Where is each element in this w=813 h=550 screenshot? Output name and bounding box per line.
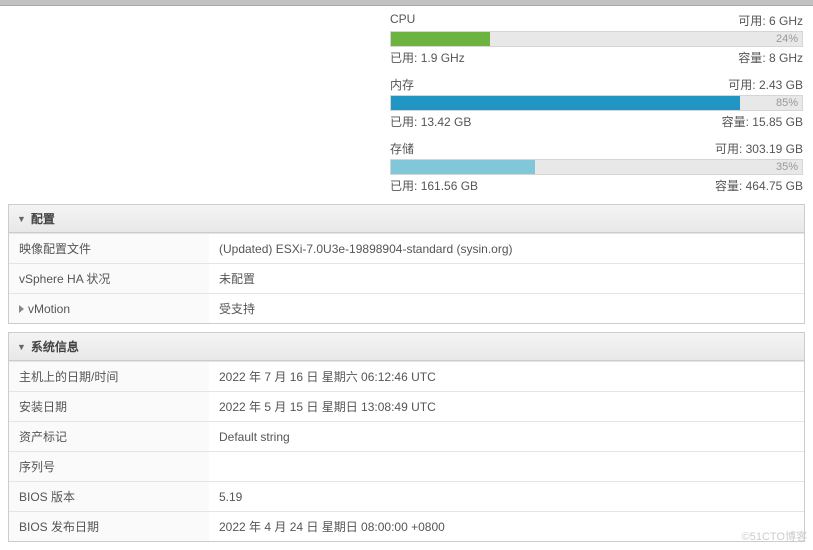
config-vmotion-val: 受支持 [209,294,804,324]
cpu-bar-fill [391,32,490,46]
sysinfo-bios-date-key: BIOS 发布日期 [9,512,209,542]
sysinfo-host-dt-val: 2022 年 7 月 16 日 星期六 06:12:46 UTC [209,362,804,392]
config-table: 映像配置文件 (Updated) ESXi-7.0U3e-19898904-st… [9,233,804,323]
sysinfo-bios-ver-val: 5.19 [209,482,804,512]
sysinfo-panel-title: 系统信息 [31,338,79,355]
storage-capacity: 容量: 464.75 GB [715,177,803,194]
cpu-capacity: 容量: 8 GHz [738,49,803,66]
sysinfo-panel-header[interactable]: ▼ 系统信息 [9,333,804,361]
storage-label: 存储 [390,140,414,157]
memory-label: 内存 [390,76,414,93]
storage-bar: 35% [390,159,803,175]
storage-bar-fill [391,160,535,174]
config-image-profile-val: (Updated) ESXi-7.0U3e-19898904-standard … [209,234,804,264]
memory-used: 已用: 13.42 GB [390,113,471,130]
config-vmotion-key[interactable]: vMotion [9,294,209,324]
chevron-down-icon: ▼ [17,342,26,352]
sysinfo-panel: ▼ 系统信息 主机上的日期/时间 2022 年 7 月 16 日 星期六 06:… [8,332,805,542]
sysinfo-asset-key: 资产标记 [9,422,209,452]
cpu-label: CPU [390,12,415,29]
sysinfo-bios-date-val: 2022 年 4 月 24 日 星期日 08:00:00 +0800 [209,512,804,542]
table-row: 序列号 [9,452,804,482]
table-row: BIOS 发布日期 2022 年 4 月 24 日 星期日 08:00:00 +… [9,512,804,542]
table-row: 安装日期 2022 年 5 月 15 日 星期日 13:08:49 UTC [9,392,804,422]
table-row: 主机上的日期/时间 2022 年 7 月 16 日 星期六 06:12:46 U… [9,362,804,392]
chevron-down-icon: ▼ [17,214,26,224]
memory-free: 可用: 2.43 GB [728,76,803,93]
sysinfo-bios-ver-key: BIOS 版本 [9,482,209,512]
memory-percent: 85% [776,96,798,110]
sysinfo-asset-val: Default string [209,422,804,452]
sysinfo-host-dt-key: 主机上的日期/时间 [9,362,209,392]
sysinfo-install-key: 安装日期 [9,392,209,422]
storage-percent: 35% [776,160,798,174]
config-panel-header[interactable]: ▼ 配置 [9,205,804,233]
memory-bar-fill [391,96,740,110]
memory-capacity: 容量: 15.85 GB [722,113,803,130]
watermark: ©51CTO博客 [742,528,807,544]
config-ha-key: vSphere HA 状况 [9,264,209,294]
resource-meters: CPU 可用: 6 GHz 24% 已用: 1.9 GHz 容量: 8 GHz … [390,6,803,194]
table-row: 资产标记 Default string [9,422,804,452]
cpu-bar: 24% [390,31,803,47]
table-row: vMotion 受支持 [9,294,804,324]
config-ha-val: 未配置 [209,264,804,294]
table-row: BIOS 版本 5.19 [9,482,804,512]
config-panel: ▼ 配置 映像配置文件 (Updated) ESXi-7.0U3e-198989… [8,204,805,324]
sysinfo-table: 主机上的日期/时间 2022 年 7 月 16 日 星期六 06:12:46 U… [9,361,804,541]
chevron-right-icon [19,305,24,313]
config-image-profile-key: 映像配置文件 [9,234,209,264]
cpu-percent: 24% [776,32,798,46]
table-row: vSphere HA 状况 未配置 [9,264,804,294]
storage-meter: 存储 可用: 303.19 GB 35% 已用: 161.56 GB 容量: 4… [390,140,803,194]
memory-meter: 内存 可用: 2.43 GB 85% 已用: 13.42 GB 容量: 15.8… [390,76,803,130]
config-panel-title: 配置 [31,210,55,227]
sysinfo-serial-val [209,452,804,482]
storage-used: 已用: 161.56 GB [390,177,478,194]
cpu-meter: CPU 可用: 6 GHz 24% 已用: 1.9 GHz 容量: 8 GHz [390,12,803,66]
table-row: 映像配置文件 (Updated) ESXi-7.0U3e-19898904-st… [9,234,804,264]
sysinfo-serial-key: 序列号 [9,452,209,482]
cpu-free: 可用: 6 GHz [738,12,803,29]
cpu-used: 已用: 1.9 GHz [390,49,465,66]
sysinfo-install-val: 2022 年 5 月 15 日 星期日 13:08:49 UTC [209,392,804,422]
memory-bar: 85% [390,95,803,111]
storage-free: 可用: 303.19 GB [715,140,803,157]
